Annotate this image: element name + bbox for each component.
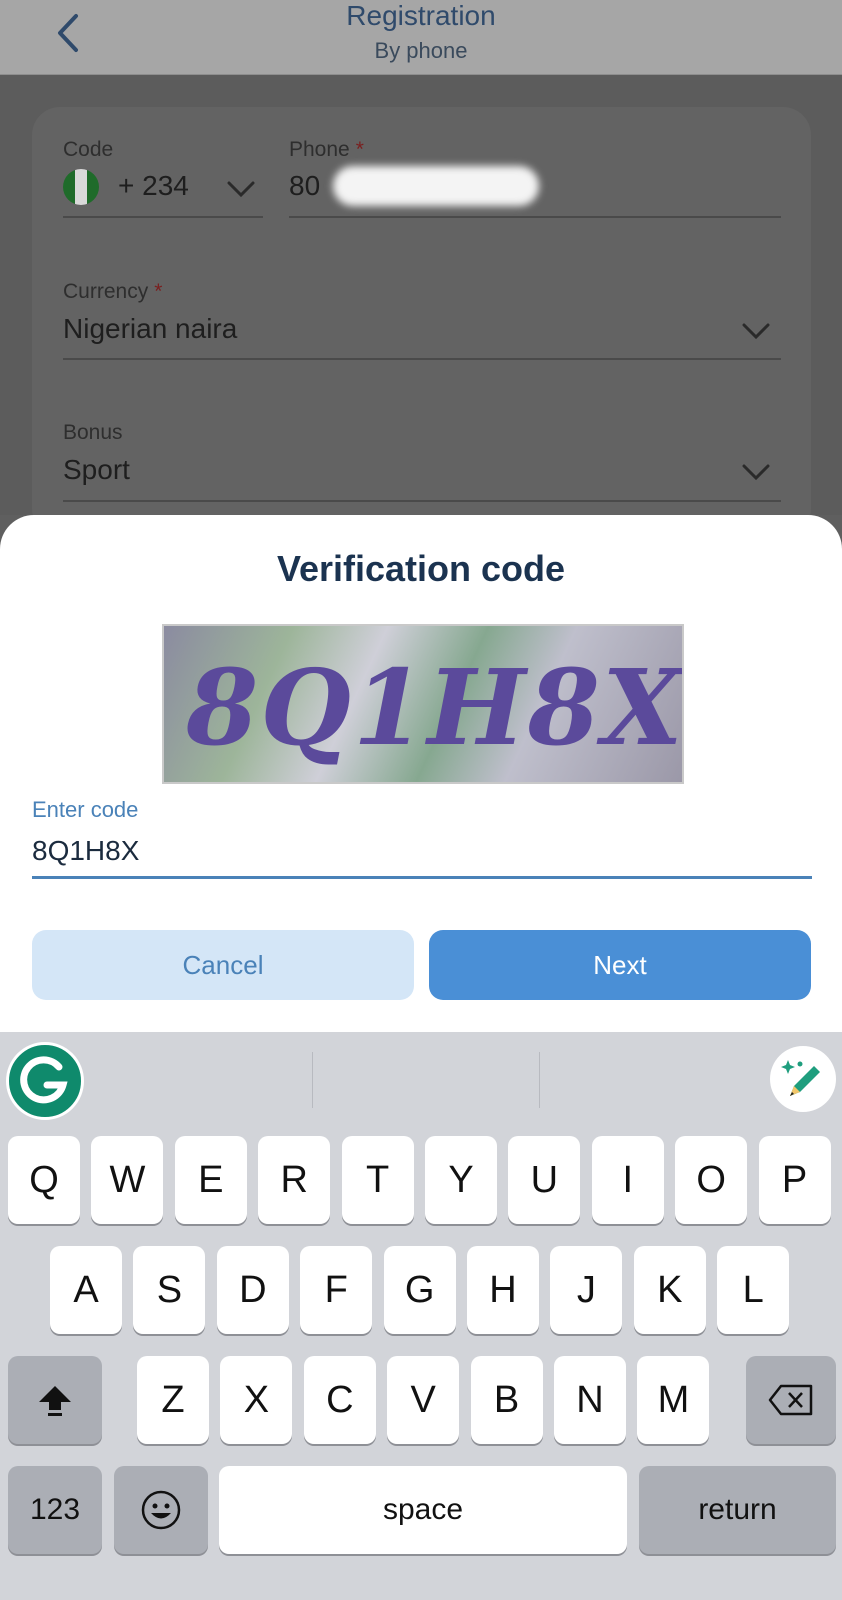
code-underline <box>63 216 263 218</box>
phone-input[interactable]: 80 <box>289 170 320 202</box>
key-r[interactable]: R <box>258 1136 331 1224</box>
nav-header: Registration By phone <box>0 0 842 75</box>
key-t[interactable]: T <box>341 1136 414 1224</box>
key-m[interactable]: M <box>637 1356 710 1444</box>
backspace-key[interactable] <box>746 1356 836 1444</box>
chevron-down-icon[interactable] <box>741 322 771 340</box>
verification-title: Verification code <box>276 548 566 589</box>
key-a[interactable]: A <box>50 1246 122 1334</box>
currency-underline <box>63 358 781 360</box>
page-title: Registration <box>346 0 496 31</box>
currency-label: Currency * <box>63 280 163 303</box>
emoji-key[interactable] <box>114 1466 208 1554</box>
key-z[interactable]: Z <box>137 1356 209 1444</box>
key-v[interactable]: V <box>387 1356 460 1444</box>
enter-code-label: Enter code <box>32 797 139 822</box>
key-g[interactable]: G <box>383 1246 456 1334</box>
key-w[interactable]: W <box>91 1136 164 1224</box>
key-f[interactable]: F <box>300 1246 373 1334</box>
numbers-key[interactable]: 123 <box>8 1466 102 1554</box>
key-y[interactable]: Y <box>425 1136 497 1224</box>
key-k[interactable]: K <box>633 1246 706 1334</box>
nigeria-flag-icon <box>63 169 99 205</box>
key-u[interactable]: U <box>508 1136 581 1224</box>
key-s[interactable]: S <box>133 1246 206 1334</box>
grammarly-icon[interactable] <box>6 1042 84 1120</box>
key-i[interactable]: I <box>591 1136 664 1224</box>
bonus-underline <box>63 500 781 502</box>
key-l[interactable]: L <box>717 1246 790 1334</box>
captcha-image: 8Q1H8X <box>162 624 684 784</box>
key-x[interactable]: X <box>220 1356 293 1444</box>
suggestion-divider <box>312 1052 313 1108</box>
bonus-label: Bonus <box>63 421 123 444</box>
space-key[interactable]: space <box>219 1466 627 1554</box>
redacted-phone-number <box>333 166 539 206</box>
key-p[interactable]: P <box>758 1136 831 1224</box>
phone-label: Phone * <box>289 138 364 161</box>
backspace-icon <box>768 1384 813 1416</box>
key-b[interactable]: B <box>470 1356 543 1444</box>
chevron-down-icon[interactable] <box>741 463 771 481</box>
return-key[interactable]: return <box>639 1466 836 1554</box>
key-c[interactable]: C <box>303 1356 376 1444</box>
key-h[interactable]: H <box>467 1246 539 1334</box>
next-button[interactable]: Next <box>429 930 811 1000</box>
suggestion-divider <box>539 1052 540 1108</box>
key-j[interactable]: J <box>550 1246 623 1334</box>
captcha-text-graphic: 8Q1H8X <box>185 646 682 769</box>
key-d[interactable]: D <box>216 1246 289 1334</box>
key-n[interactable]: N <box>554 1356 626 1444</box>
emoji-icon <box>141 1490 181 1530</box>
bonus-select[interactable]: Sport <box>63 454 130 486</box>
page-subtitle: By phone <box>374 38 468 63</box>
cancel-button[interactable]: Cancel <box>32 930 414 1000</box>
shift-icon <box>39 1386 71 1416</box>
key-q[interactable]: Q <box>8 1136 80 1224</box>
chevron-down-icon[interactable] <box>226 180 256 198</box>
key-o[interactable]: O <box>675 1136 748 1224</box>
pencil-sparkle-icon[interactable] <box>770 1046 836 1112</box>
currency-select[interactable]: Nigerian naira <box>63 313 237 345</box>
code-label: Code <box>63 138 114 161</box>
phone-underline <box>289 216 781 218</box>
svg-text:8Q1H8X: 8Q1H8X <box>185 646 682 769</box>
enter-code-input[interactable] <box>32 826 812 879</box>
country-code-value[interactable]: + 234 <box>118 170 189 202</box>
key-e[interactable]: E <box>174 1136 247 1224</box>
shift-key[interactable] <box>8 1356 102 1444</box>
